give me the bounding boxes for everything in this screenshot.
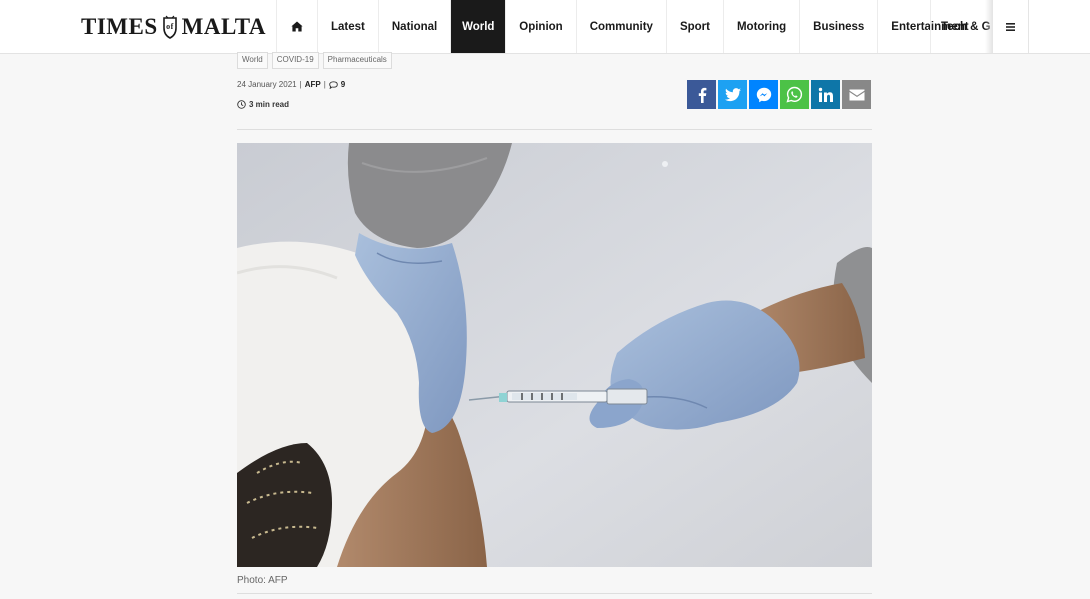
- photo-caption: Photo: AFP: [237, 575, 288, 586]
- clock-icon: [237, 100, 246, 109]
- whatsapp-icon: [786, 86, 803, 103]
- article-photo: [237, 143, 872, 567]
- logo-text-left: TIMES: [81, 14, 158, 39]
- hamburger-menu-icon: [1006, 22, 1015, 31]
- byline-separator: |: [323, 80, 326, 89]
- share-whatsapp-button[interactable]: [780, 80, 809, 109]
- tag-covid-19[interactable]: COVID-19: [271, 52, 319, 69]
- comment-count[interactable]: 9: [341, 80, 345, 89]
- byline-separator: |: [299, 80, 302, 89]
- svg-text:of: of: [166, 22, 174, 31]
- twitter-icon: [724, 87, 741, 101]
- nav-motoring[interactable]: Motoring: [722, 0, 799, 53]
- share-twitter-button[interactable]: [718, 80, 747, 109]
- vaccination-photo: [237, 143, 872, 567]
- read-time-label: 3 min read: [249, 100, 290, 109]
- meta-divider: [237, 129, 872, 130]
- nav-opinion[interactable]: Opinion: [505, 0, 575, 53]
- share-facebook-button[interactable]: [687, 80, 716, 109]
- tag-world[interactable]: World: [237, 52, 268, 69]
- nav-latest[interactable]: Latest: [317, 0, 378, 53]
- article-tags: World COVID-19 Pharmaceuticals: [237, 52, 392, 69]
- publish-date: 24 January 2021: [237, 80, 297, 89]
- messenger-icon: [756, 87, 771, 102]
- share-messenger-button[interactable]: [749, 80, 778, 109]
- nav-home[interactable]: [276, 0, 317, 53]
- email-icon: [849, 89, 864, 100]
- linkedin-icon: [818, 87, 833, 102]
- home-icon: [291, 21, 303, 32]
- tag-pharmaceuticals[interactable]: Pharmaceuticals: [322, 52, 392, 69]
- share-email-button[interactable]: [842, 80, 871, 109]
- site-logo[interactable]: TIMES of MALTA: [81, 12, 266, 42]
- comment-icon[interactable]: [329, 80, 338, 89]
- article-byline: 24 January 2021 | AFP | 9: [237, 80, 345, 89]
- main-nav: Latest National World Opinion Community …: [276, 0, 982, 53]
- caption-divider: [237, 593, 872, 594]
- nav-community[interactable]: Community: [575, 0, 666, 53]
- menu-button[interactable]: [992, 0, 1029, 53]
- nav-sport[interactable]: Sport: [665, 0, 723, 53]
- crest-icon: of: [162, 15, 177, 39]
- author-name[interactable]: AFP: [305, 80, 321, 89]
- nav-tech-gaming[interactable]: Tech & Ga: [930, 0, 990, 53]
- nav-national[interactable]: National: [377, 0, 450, 53]
- nav-world[interactable]: World: [450, 0, 506, 53]
- read-time: 3 min read: [237, 100, 289, 109]
- facebook-icon: [698, 87, 706, 103]
- nav-overflow-clip: Tech & Ga: [930, 0, 990, 53]
- share-linkedin-button[interactable]: [811, 80, 840, 109]
- share-bar: [687, 80, 871, 109]
- site-header: TIMES of MALTA Latest National World Opi…: [0, 0, 1090, 54]
- logo-text-right: MALTA: [181, 14, 266, 39]
- nav-business[interactable]: Business: [799, 0, 877, 53]
